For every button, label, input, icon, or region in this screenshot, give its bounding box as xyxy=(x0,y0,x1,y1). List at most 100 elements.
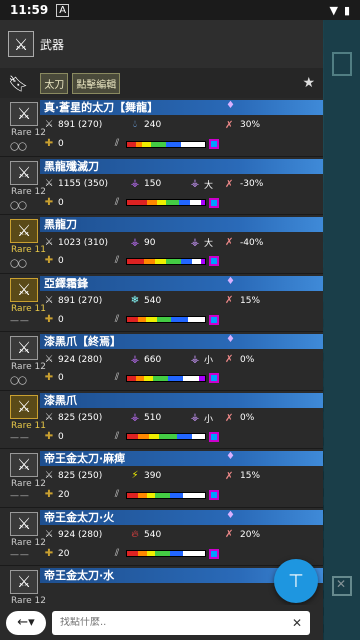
sharpness-segment xyxy=(135,375,145,381)
attack-value: 825 (250) xyxy=(58,471,103,481)
sharpness-segment xyxy=(127,317,138,322)
sharpness-max-icon xyxy=(209,314,219,325)
elderseal-icon: ⚶ xyxy=(190,236,200,248)
underlying-weapon-icon xyxy=(332,52,352,76)
weapon-item[interactable]: ⚔ Rare 12— — 帝王金太刀·麻痺 ♦ ⚔ 825 (250) ⚡ 390 ✗… xyxy=(0,449,323,508)
search-input[interactable] xyxy=(60,617,292,628)
sharpness-bar xyxy=(126,257,206,265)
weapon-item[interactable]: ⚔ Rare 12 〇〇 漆黑爪【終焉】 ♦ ⚔ 924 (280) ⚶ 660 ⚶ 小 … xyxy=(0,332,323,391)
sharpness-segment xyxy=(137,434,149,439)
elderseal-icon: ⚶ xyxy=(190,178,200,189)
slot-icons: — — xyxy=(10,491,29,501)
stats-row: ⚔ 891 (270) ❄ 540 ✗ 15% xyxy=(44,295,319,307)
dragon-element-icon: ⚶ xyxy=(130,178,140,189)
weapon-item[interactable]: ⚔ Rare 11— — 亞鐸霜鋒 ♦ ⚔ 891 (270) ❄ 540 ✗ 15%… xyxy=(0,274,323,332)
attack-icon: ⚔ xyxy=(44,470,54,481)
tree-icon: ⊤ xyxy=(288,570,304,592)
sharpness-segment xyxy=(155,492,171,498)
sharpness-bar xyxy=(126,433,206,440)
sharpness-segment xyxy=(145,317,157,322)
stats-row: ⚔ 891 (270) 💧︎ 240 ✗ 30% xyxy=(44,119,319,131)
sharpness-bar xyxy=(126,316,206,323)
sharpness-segment xyxy=(146,492,156,498)
close-icon[interactable]: ✕ xyxy=(292,616,302,630)
defense-value: 0 xyxy=(58,197,64,208)
sharpness-segment xyxy=(127,434,138,439)
weapon-item[interactable]: ⚔ Rare 12 〇〇 真·蒼星的太刀【舞龍】 ♦ ⚔ 891 (270) 💧︎ 24… xyxy=(0,98,323,157)
rarity-label: Rare 12 xyxy=(11,479,46,489)
sharpness-segment xyxy=(191,258,201,264)
weapon-list: ⚔ Rare 12 〇〇 真·蒼星的太刀【舞龍】 ♦ ⚔ 891 (270) 💧︎ 24… xyxy=(0,98,323,605)
sharpness-segment xyxy=(171,317,189,322)
sharpness-segment xyxy=(191,434,205,439)
sharpness-bar xyxy=(126,491,206,499)
weapon-item[interactable]: ⚔ Rare 11 〇〇 黑龍刀 ⚔ 1023 (310) ⚶ 90 ⚶ 大 ✗ -40… xyxy=(0,215,323,274)
sharpness-segment xyxy=(137,551,147,556)
defense-icon: ✚ xyxy=(44,430,54,442)
sharpness-segment xyxy=(146,551,156,556)
sharpness-bar xyxy=(126,374,206,382)
affinity-value: -40% xyxy=(240,237,264,248)
sharpness-segment xyxy=(179,200,190,205)
star-icon[interactable]: ★ xyxy=(302,75,315,91)
bookmark-icon[interactable]: 🔖︎ xyxy=(8,74,28,93)
tag-weapon-type[interactable]: 太刀 xyxy=(40,72,69,94)
sword-icon: ⚔ xyxy=(8,31,34,57)
sharpness-segment xyxy=(127,492,138,498)
sharpness-segment xyxy=(165,258,182,264)
sharpness-segment xyxy=(176,434,192,439)
affinity-icon: ✗ xyxy=(225,237,234,248)
sharpness-max-icon xyxy=(209,256,219,266)
weapon-name: 真·蒼星的太刀【舞龍】 xyxy=(40,100,323,115)
elderseal-icon: ⚶ xyxy=(190,412,200,423)
underlying-close-box[interactable] xyxy=(332,576,352,596)
sharpness-max-icon xyxy=(209,139,219,149)
sharpness-icon: ⫽ xyxy=(114,196,120,208)
defense-icon: ✚ xyxy=(44,547,54,559)
weapon-item[interactable]: ⚔ Rare 12— — 帝王金太刀·火 ♦ ⚔ 924 (280) 🔥︎ 540 ✗… xyxy=(0,508,323,566)
defense-icon: ✚ xyxy=(44,138,54,149)
sharpness-bar xyxy=(126,140,206,148)
defense-sharpness-row: ✚ 0 ⫽ xyxy=(44,138,219,150)
attack-value: 924 (280) xyxy=(58,354,103,365)
weapon-item[interactable]: ⚔ Rare 11— — 漆黑爪 ⚔ 825 (250) ⚶ 510 ⚶ 小 ✗ 0%… xyxy=(0,391,323,449)
sharpness-segment xyxy=(146,200,158,205)
affinity-value: -30% xyxy=(240,179,264,189)
defense-icon: ✚ xyxy=(44,372,54,383)
attack-icon: ⚔ xyxy=(44,294,54,306)
weapon-thumbnail-icon: ⚔ xyxy=(10,102,38,126)
rarity-label: Rare 12 xyxy=(11,186,46,197)
defense-icon: ✚ xyxy=(44,489,54,500)
affinity-value: 0% xyxy=(240,354,255,365)
defense-icon: ✚ xyxy=(44,313,54,325)
filter-fab-button[interactable]: ⊤ xyxy=(274,559,318,603)
affinity-icon: ✗ xyxy=(225,470,234,482)
slot-icons: — — xyxy=(10,432,29,443)
elderseal-value: 小 xyxy=(204,414,214,425)
defense-sharpness-row: ✚ 0 ⫽ xyxy=(44,255,219,267)
sharpness-max-icon xyxy=(209,548,219,559)
sharpness-max-icon xyxy=(209,490,219,500)
search-box[interactable]: ✕ xyxy=(52,610,310,635)
sharpness-segment xyxy=(127,200,147,205)
defense-sharpness-row: ✚ 20 ⫽ xyxy=(44,489,219,501)
defense-sharpness-row: ✚ 0 ⫽ xyxy=(44,314,219,326)
elderseal-value: 大 xyxy=(204,180,214,191)
sharpness-icon: ⫽ xyxy=(114,489,120,500)
augment-badge-icon: ♦ xyxy=(226,275,235,287)
affinity-icon: ✗ xyxy=(225,529,234,540)
attack-icon: ⚔ xyxy=(44,236,54,248)
weapon-thumbnail-icon: ⚔ xyxy=(10,336,38,360)
stats-row: ⚔ 924 (280) 🔥︎ 540 ✗ 20% xyxy=(44,529,319,541)
sharpness-segment xyxy=(159,434,177,439)
sharpness-icon: ⫽ xyxy=(114,430,120,442)
dragon-element-icon: ⚶ xyxy=(130,412,140,423)
defense-value: 0 xyxy=(58,139,64,149)
back-button[interactable]: ←▾ xyxy=(6,610,46,635)
affinity-icon: ✗ xyxy=(225,295,234,306)
sharpness-segment xyxy=(144,258,156,264)
augment-badge-icon: ♦ xyxy=(226,100,235,111)
weapon-item[interactable]: ⚔ Rare 12 〇〇 黑龍殲滅刀 ⚔ 1155 (350) ⚶ 150 ⚶ 大 ✗ … xyxy=(0,157,323,215)
slot-icons: — — xyxy=(10,315,29,326)
tag-edit[interactable]: 點擊編輯 xyxy=(72,72,121,94)
